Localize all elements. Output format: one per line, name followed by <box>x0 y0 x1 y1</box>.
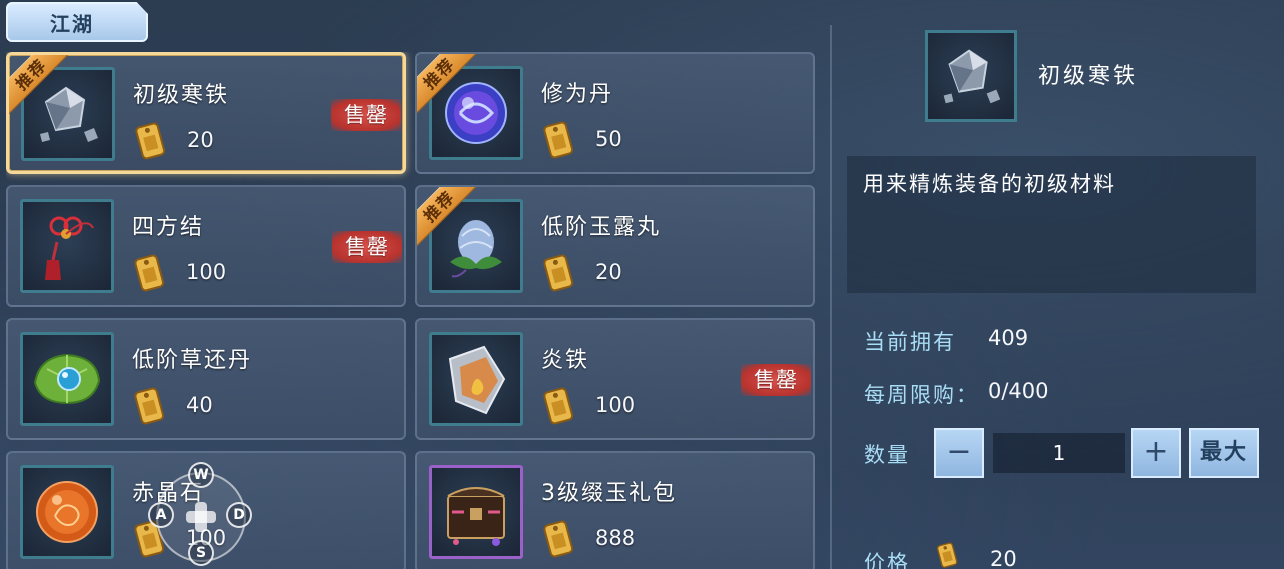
quantity-max-button[interactable]: 最大 <box>1189 428 1259 478</box>
price-row: 100 <box>541 384 635 426</box>
price-row: 20 <box>133 119 214 161</box>
flame-iron-icon <box>448 345 506 415</box>
herb-leaf-pill-icon <box>34 353 101 405</box>
cold-iron-ore-icon <box>943 49 1001 104</box>
price-value: 40 <box>186 393 213 417</box>
price-value: 100 <box>186 260 227 284</box>
jianghu-token-icon <box>543 254 574 292</box>
quantity-field[interactable]: 1 <box>993 433 1125 473</box>
owned-value: 409 <box>988 326 1029 350</box>
item-name: 3级缀玉礼包 <box>541 481 677 506</box>
item-card-red-knot[interactable]: 四方结 100 售罄 <box>6 185 406 307</box>
weekly-limit-value: 0/400 <box>988 379 1049 403</box>
item-name: 低阶玉露丸 <box>541 215 662 240</box>
jianghu-token-icon <box>543 387 574 425</box>
cold-iron-ore-icon <box>40 86 98 142</box>
price-value: 100 <box>595 393 636 417</box>
price-label: 价格 <box>864 551 910 569</box>
item-icon-frame <box>20 332 114 426</box>
soldout-badge: 售罄 <box>741 364 811 396</box>
dpad-icon <box>186 502 216 532</box>
red-crystal-icon <box>36 481 98 543</box>
item-card-herb-pill[interactable]: 低阶草还丹 40 <box>6 318 406 440</box>
item-card-cultivation-pill[interactable]: 修为丹 50 推荐 <box>415 52 815 174</box>
item-grid: 初级寒铁 20 推荐 售罄 修为丹 50 推荐 四方结 100 售罄 低阶玉露丸… <box>6 52 816 569</box>
price-row: 888 <box>541 517 635 559</box>
price-value: 20 <box>187 128 214 152</box>
item-icon-frame <box>20 199 114 293</box>
jianghu-token-icon <box>135 122 166 160</box>
joystick-key-w[interactable]: W <box>188 462 214 488</box>
item-card-flame-iron[interactable]: 炎铁 100 售罄 <box>415 318 815 440</box>
price-value: 20 <box>595 260 622 284</box>
item-icon-frame <box>20 465 114 559</box>
jianghu-token-icon <box>543 121 574 159</box>
jianghu-token-icon <box>543 520 574 558</box>
price-value-detail: 20 <box>990 547 1017 569</box>
item-name: 初级寒铁 <box>133 83 230 108</box>
price-row: 100 <box>132 251 226 293</box>
quantity-decrease-button[interactable]: − <box>934 428 984 478</box>
item-card-gift-pack[interactable]: 3级缀玉礼包 888 <box>415 451 815 569</box>
item-icon-frame <box>429 332 523 426</box>
cultivation-pill-icon <box>445 82 507 144</box>
soldout-badge: 售罄 <box>332 231 402 263</box>
price-row: 40 <box>132 384 213 426</box>
joystick-key-d[interactable]: D <box>226 502 252 528</box>
quantity-increase-button[interactable]: + <box>1131 428 1181 478</box>
item-description: 用来精炼装备的初级材料 <box>863 172 1116 196</box>
jade-dew-pill-icon <box>450 220 502 278</box>
price-value: 888 <box>595 526 636 550</box>
jianghu-token-icon <box>134 387 165 425</box>
red-knot-tassel-icon <box>45 216 94 280</box>
detail-item-icon <box>925 30 1017 122</box>
virtual-joystick[interactable]: W A D S <box>146 462 256 569</box>
item-name: 炎铁 <box>541 348 590 373</box>
item-description-box: 用来精炼装备的初级材料 <box>847 156 1256 293</box>
detail-item-name: 初级寒铁 <box>1038 64 1139 89</box>
weekly-limit-label: 每周限购： <box>864 383 979 407</box>
item-card-cold-iron[interactable]: 初级寒铁 20 推荐 售罄 <box>6 52 406 174</box>
jianghu-token-icon <box>936 542 958 568</box>
joystick-key-s[interactable]: S <box>188 540 214 566</box>
category-tab-jianghu[interactable]: 江湖 <box>6 2 148 42</box>
item-card-jade-dew-pill[interactable]: 低阶玉露丸 20 推荐 <box>415 185 815 307</box>
gift-chest-icon <box>447 487 505 546</box>
item-name: 修为丹 <box>541 82 614 107</box>
quantity-label: 数量 <box>864 443 910 467</box>
joystick-key-a[interactable]: A <box>148 502 174 528</box>
owned-label: 当前拥有 <box>864 330 956 354</box>
item-name: 四方结 <box>132 215 205 240</box>
soldout-badge: 售罄 <box>331 99 401 131</box>
price-row: 20 <box>541 251 622 293</box>
item-name: 低阶草还丹 <box>132 348 253 373</box>
price-row: 50 <box>541 118 622 160</box>
jianghu-token-icon <box>134 254 165 292</box>
price-value: 50 <box>595 127 622 151</box>
panel-divider <box>830 25 832 569</box>
item-icon-frame <box>429 465 523 559</box>
